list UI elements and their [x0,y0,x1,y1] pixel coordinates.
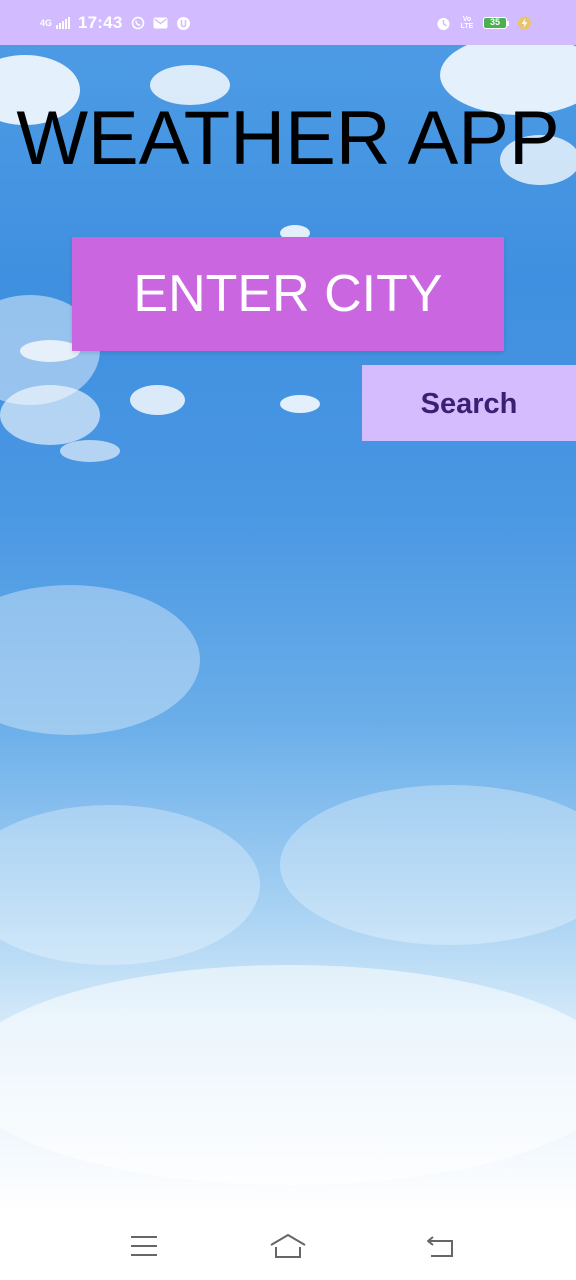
cloud-decoration [280,785,576,945]
home-icon[interactable] [268,1230,308,1262]
app-notification-icon [176,16,191,31]
cloud-decoration [60,440,120,462]
navigation-bar [0,1212,576,1280]
cloud-decoration [280,395,320,413]
city-input[interactable] [72,237,504,351]
menu-icon[interactable] [124,1230,164,1262]
back-icon[interactable] [420,1230,460,1262]
cloud-decoration [0,585,200,735]
cloud-decoration [0,385,100,445]
sky-background: WEATHER APP Search [0,45,576,1212]
cloud-decoration [0,965,576,1185]
search-button[interactable]: Search [362,365,576,441]
status-bar-right: Vo LTE 35 [436,11,532,35]
status-bar-left: 4G 17:43 [40,11,191,35]
cloud-decoration [0,805,260,965]
network-type: 4G [40,17,53,28]
signal-icon [56,17,70,29]
status-time: 17:43 [78,13,123,32]
mail-icon [153,16,168,31]
charging-icon [517,16,532,31]
cloud-decoration [20,340,80,362]
battery-level: 35 [483,17,507,29]
app-title: WEATHER APP [16,96,560,181]
battery-icon: 35 [483,17,509,29]
volte-icon: Vo LTE [460,16,474,30]
status-bar: 4G 17:43 Vo LTE 35 [0,0,576,45]
whatsapp-icon [130,16,145,31]
cloud-decoration [130,385,185,415]
alarm-icon [436,16,451,31]
